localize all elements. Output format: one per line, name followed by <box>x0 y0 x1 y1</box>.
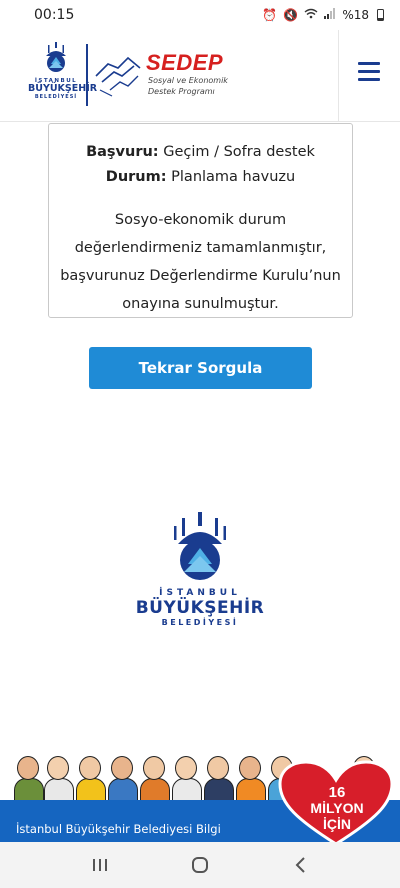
sixteen-million-badge: 16 MİLYON İÇİN <box>278 760 394 846</box>
person-figure <box>76 756 106 800</box>
status-value: Planlama havuzu <box>171 169 296 185</box>
application-value: Geçim / Sofra destek <box>163 144 315 160</box>
logo-text-buyuksehir: BÜYÜKŞEHİR <box>28 83 98 94</box>
person-figure <box>44 756 74 800</box>
home-icon[interactable] <box>180 847 220 883</box>
logo-text-belediyesi: BELEDİYESİ <box>34 94 78 100</box>
handshake-icon <box>95 56 141 97</box>
sedep-title: SEDEP <box>146 50 224 75</box>
wifi-icon <box>304 8 318 22</box>
person-figure <box>236 756 266 800</box>
status-label: Durum: <box>105 169 167 185</box>
ibb-emblem-icon <box>46 42 66 72</box>
status-row: Durum: Planlama havuzu <box>49 165 352 190</box>
application-label: Başvuru: <box>86 144 159 160</box>
badge-icin: İÇİN <box>323 816 351 832</box>
sedep-subtitle-2: Destek Programı <box>148 87 215 96</box>
badge-milyon: MİLYON <box>310 800 364 816</box>
mute-icon: 🔇 <box>283 8 299 22</box>
status-message-line: başvurunuz Değerlendirme Kurulu’nun <box>60 268 341 284</box>
badge-number: 16 <box>328 784 346 801</box>
ibb-logo-large: İSTANBUL BÜYÜKŞEHİR BELEDİYESİ <box>130 512 270 652</box>
sedep-subtitle-1: Sosyal ve Ekonomik <box>148 76 228 85</box>
recent-apps-icon[interactable] <box>80 847 120 883</box>
ibb-logo[interactable]: İSTANBUL BÜYÜKŞEHİR BELEDİYESİ <box>28 42 98 108</box>
large-logo-text-istanbul: İSTANBUL <box>159 588 241 598</box>
system-nav-bar <box>0 842 400 888</box>
logo-divider <box>86 44 88 106</box>
back-icon[interactable] <box>280 847 320 883</box>
site-header: İSTANBUL BÜYÜKŞEHİR BELEDİYESİ SEDEP Sos… <box>0 30 400 122</box>
application-status-card: Başvuru: Geçim / Sofra destek Durum: Pla… <box>48 123 353 318</box>
large-logo-text-belediyesi: BELEDİYESİ <box>161 618 239 627</box>
status-message-line: değerlendirmeniz tamamlanmıştır, <box>74 240 327 256</box>
status-time: 00:15 <box>34 7 75 23</box>
footer-text: İstanbul Büyükşehir Belediyesi Bilgi <box>16 822 221 836</box>
battery-percent: %18 <box>342 8 369 22</box>
large-logo-text-buyuksehir: BÜYÜKŞEHİR <box>135 598 265 618</box>
header-separator <box>338 30 339 122</box>
status-message-line: onayına sunulmuştur. <box>122 296 279 312</box>
status-bar: 00:15 ⏰ 🔇 %18 <box>0 0 400 30</box>
battery-icon <box>377 9 384 21</box>
sedep-logo[interactable]: SEDEP Sosyal ve Ekonomik Destek Programı <box>92 46 242 106</box>
signal-icon <box>324 8 336 22</box>
person-figure <box>204 756 234 800</box>
status-message: Sosyo-ekonomik durum değerlendirmeniz ta… <box>49 206 352 318</box>
application-row: Başvuru: Geçim / Sofra destek <box>49 140 352 165</box>
person-figure <box>108 756 138 800</box>
requery-button[interactable]: Tekrar Sorgula <box>89 347 312 389</box>
hamburger-menu-icon[interactable] <box>358 62 380 82</box>
person-figure <box>140 756 170 800</box>
status-icons: ⏰ 🔇 %18 <box>262 8 384 22</box>
alarm-icon: ⏰ <box>262 8 278 22</box>
person-figure <box>14 756 44 800</box>
ibb-emblem-large-icon <box>174 512 226 580</box>
status-message-line: Sosyo-ekonomik durum <box>114 212 287 228</box>
person-figure <box>172 756 202 800</box>
